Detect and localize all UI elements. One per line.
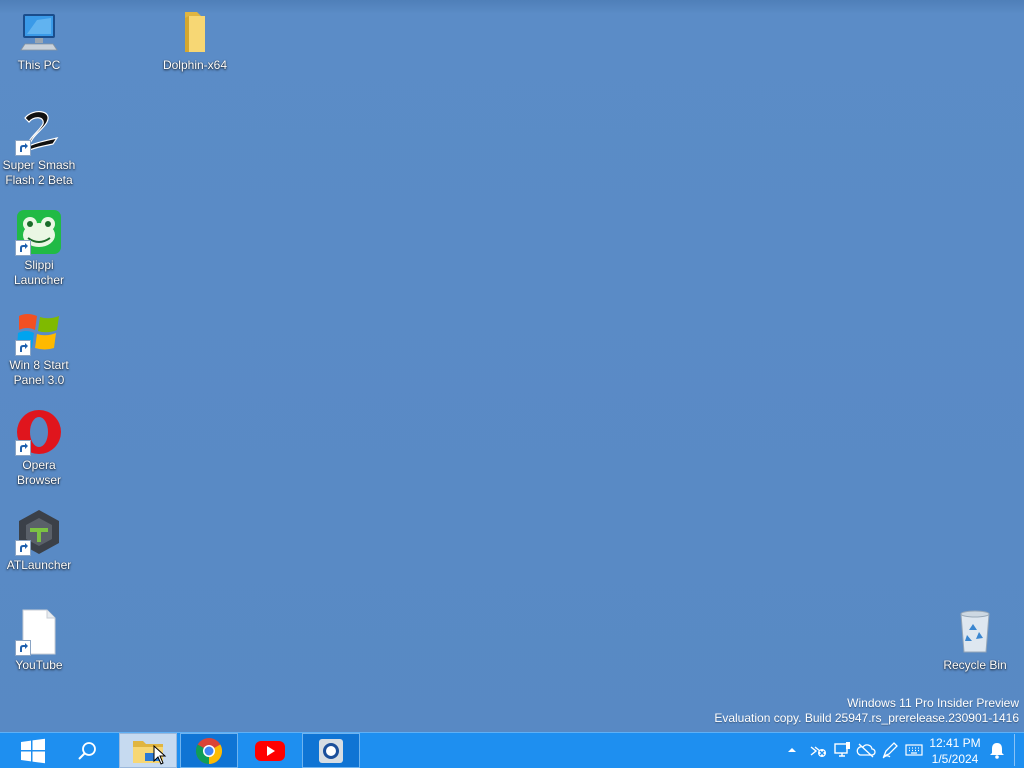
pen-icon (882, 742, 898, 759)
desktop-icon-win8-start-panel[interactable]: Win 8 Start Panel 3.0 (0, 308, 78, 388)
shortcut-arrow-icon (15, 540, 31, 556)
tray-display[interactable] (831, 739, 853, 761)
chrome-icon (195, 737, 223, 764)
search-icon (78, 741, 96, 760)
clock-time: 12:41 PM (929, 736, 981, 750)
show-desktop-button[interactable] (1014, 734, 1023, 766)
desktop-icon-dolphin-x64[interactable]: Dolphin-x64 (156, 8, 234, 73)
youtube-label: YouTube (15, 658, 63, 672)
taskbar-chrome[interactable] (180, 733, 238, 768)
recycle-bin-label: Recycle Bin (943, 658, 1007, 672)
monitor-icon (834, 742, 850, 757)
tray-overflow-chevron[interactable] (782, 739, 802, 761)
desktop-icon-opera-browser[interactable]: Opera Browser (0, 408, 78, 488)
this-pc-label: This PC (17, 58, 61, 72)
shortcut-arrow-icon (15, 640, 31, 656)
atlauncher-cube-icon (15, 508, 63, 556)
desktop-icon-atlauncher[interactable]: ATLauncher (0, 508, 78, 573)
opera-label: Opera Browser (16, 458, 61, 487)
shortcut-arrow-icon (15, 140, 31, 156)
shortcut-arrow-icon (15, 240, 31, 256)
shortcut-arrow-icon (15, 440, 31, 456)
mouse-cursor-icon (153, 745, 167, 765)
tray-onedrive[interactable] (855, 739, 877, 761)
desktop-icon-recycle-bin[interactable]: Recycle Bin (936, 608, 1014, 673)
atlauncher-label: ATLauncher (6, 558, 72, 572)
folder-icon (171, 8, 219, 56)
cloud-off-icon (856, 743, 876, 758)
taskbar-youtube[interactable] (241, 733, 299, 768)
taskbar-app-circle[interactable] (302, 733, 360, 768)
windows-flag-icon (15, 308, 63, 356)
win8-start-panel-label: Win 8 Start Panel 3.0 (9, 358, 69, 387)
taskbar: 12:41 PM 1/5/2024 (0, 732, 1024, 768)
notification-button[interactable] (986, 739, 1008, 761)
blank-file-icon (15, 608, 63, 656)
computer-icon (15, 8, 63, 56)
ssf2-label: Super Smash Flash 2 Beta (2, 158, 76, 187)
tray-pen[interactable] (879, 739, 901, 761)
slippi-label: Slippi Launcher (13, 258, 65, 287)
tray-network-disconnected[interactable] (807, 739, 829, 761)
desktop-icon-super-smash-flash-2-beta[interactable]: Super Smash Flash 2 Beta (0, 108, 78, 188)
recycle-bin-icon (951, 608, 999, 656)
slippi-frog-icon (15, 208, 63, 256)
desktop: This PC Dolphin-x64 Super Smash Flash 2 … (0, 0, 1024, 732)
network-disconnected-icon (810, 746, 826, 757)
windows-logo-icon (21, 738, 45, 763)
ssf2-icon (15, 108, 63, 156)
watermark-line-edition: Windows 11 Pro Insider Preview (847, 696, 1019, 710)
taskbar-file-explorer[interactable] (119, 733, 177, 768)
dolphin-x64-label: Dolphin-x64 (162, 58, 228, 72)
search-button[interactable] (62, 733, 112, 768)
watermark-line-build: Evaluation copy. Build 25947.rs_prerelea… (714, 711, 1019, 725)
clock-date: 1/5/2024 (931, 752, 979, 766)
shortcut-arrow-icon (15, 340, 31, 356)
chevron-up-icon (788, 748, 796, 752)
opera-icon (15, 408, 63, 456)
notification-bell-icon (990, 743, 1004, 759)
app-circle-icon (319, 738, 343, 763)
evaluation-watermark: Windows 11 Pro Insider Preview Evaluatio… (714, 696, 1019, 726)
taskbar-clock[interactable]: 12:41 PM 1/5/2024 (920, 733, 990, 768)
desktop-icon-slippi-launcher[interactable]: Slippi Launcher (0, 208, 78, 288)
youtube-icon (255, 740, 285, 761)
desktop-icon-youtube[interactable]: YouTube (0, 608, 78, 673)
start-button[interactable] (8, 733, 58, 768)
desktop-icon-this-pc[interactable]: This PC (0, 8, 78, 73)
